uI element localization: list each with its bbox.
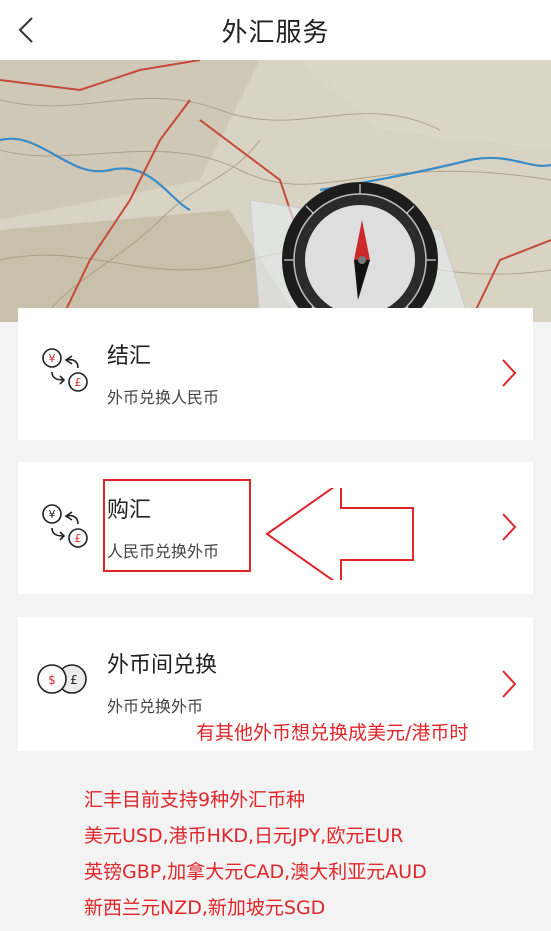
card-subtitle: 外币兑换人民币 — [107, 388, 220, 407]
page-title: 外汇服务 — [221, 18, 330, 48]
annotation-note-line: 汇丰目前支持9种外汇币种 — [84, 789, 306, 811]
card-title: 结汇 — [107, 344, 152, 369]
currency-exchange-yen-pound-icon: ¥ £ — [42, 348, 88, 392]
annotation-highlight-box — [103, 479, 251, 572]
nav-bar: 外汇服务 — [0, 0, 551, 60]
card-title: 外币间兑换 — [107, 653, 218, 678]
banner-image — [0, 60, 551, 322]
currency-exchange-yen-pound-icon: ¥ £ — [42, 504, 88, 548]
dollar-pound-coins-icon: £ $ — [37, 664, 87, 694]
card-subtitle: 外币兑换外币 — [107, 697, 204, 716]
svg-text:$: $ — [48, 673, 56, 687]
map-compass-illustration — [0, 60, 551, 322]
chevron-right-icon — [502, 670, 517, 698]
chevron-right-icon — [502, 359, 517, 387]
svg-text:£: £ — [75, 532, 82, 545]
chevron-right-icon — [502, 513, 517, 541]
service-card-settlement[interactable]: ¥ £ 结汇 外币兑换人民币 — [18, 308, 533, 440]
svg-text:¥: ¥ — [49, 508, 56, 521]
annotation-note-line: 英镑GBP,加拿大元CAD,澳大利亚元AUD — [84, 861, 427, 883]
svg-text:£: £ — [75, 376, 82, 389]
annotation-note-line: 新西兰元NZD,新加坡元SGD — [84, 897, 326, 919]
annotation-note-line: 美元USD,港币HKD,日元JPY,欧元EUR — [84, 825, 404, 847]
annotation-inline-note: 有其他外币想兑换成美元/港币时 — [196, 722, 469, 744]
svg-text:£: £ — [70, 673, 78, 687]
annotation-notes: 汇丰目前支持9种外汇币种 美元USD,港币HKD,日元JPY,欧元EUR 英镑G… — [84, 782, 427, 926]
svg-text:¥: ¥ — [49, 352, 56, 365]
annotation-arrow-left-icon — [265, 488, 414, 580]
